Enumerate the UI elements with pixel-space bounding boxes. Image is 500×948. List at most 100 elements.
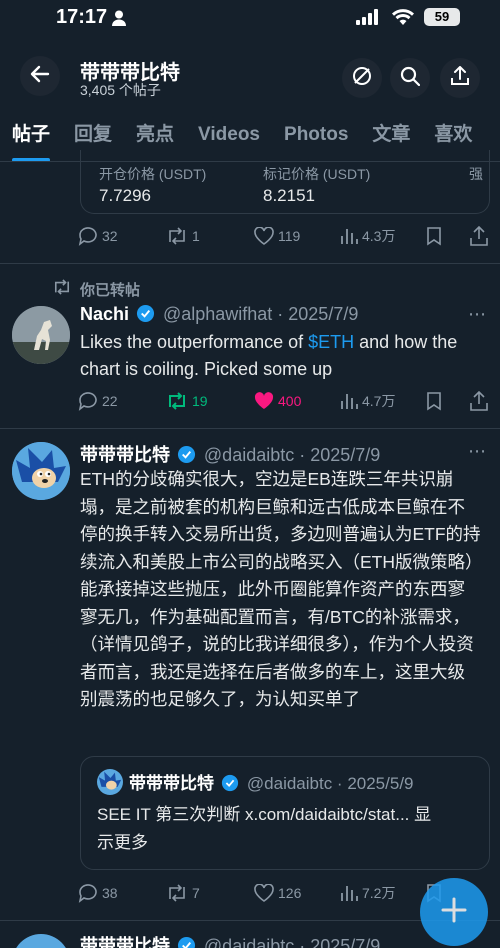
reply-icon [78, 883, 98, 903]
liquidation-label: 强 [469, 166, 483, 182]
quote-author-name: 带带带比特 [129, 774, 214, 793]
post3-header: 带带带比特 @daidaibtc · 2025/7/9 [80, 441, 380, 469]
status-bar: 17:17 59 [0, 0, 500, 34]
reply-button[interactable]: 38 [78, 879, 118, 907]
author-handle[interactable]: @daidaibtc · 2025/7/9 [204, 445, 380, 465]
author-handle[interactable]: @daidaibtc · 2025/7/9 [204, 936, 380, 948]
repost-count: 1 [192, 228, 200, 244]
plus-icon [441, 897, 467, 928]
repost-icon [166, 392, 188, 410]
views-button[interactable]: 4.3万 [340, 222, 395, 250]
arrow-left-icon [30, 64, 50, 89]
reply-count: 32 [102, 228, 118, 244]
mark-price-label: 标记价格 (USDT) [263, 166, 371, 182]
author-handle[interactable]: @alphawifhat · 2025/7/9 [163, 304, 358, 324]
author-name[interactable]: 带带带比特 [80, 936, 170, 948]
post3-text: ETH的分歧确实很大，空边是EB连跌三年共识崩塌，是之前被套的机构巨鲸和远古低成… [80, 469, 481, 709]
reply-count: 22 [102, 393, 118, 409]
grok-icon [351, 65, 373, 92]
more-options-button[interactable]: ⋯ [468, 304, 486, 325]
heart-filled-icon [254, 392, 274, 410]
wifi-icon [392, 8, 414, 30]
more-icon: ⋯ [468, 441, 486, 461]
back-button[interactable] [20, 56, 60, 96]
tab-posts[interactable]: 帖子 [0, 108, 62, 161]
person-icon [112, 10, 126, 31]
verified-badge-icon [136, 304, 155, 328]
reply-button[interactable]: 22 [78, 387, 118, 415]
views-button[interactable]: 7.2万 [340, 879, 395, 907]
author-name[interactable]: 带带带比特 [80, 445, 170, 465]
views-button[interactable]: 4.7万 [340, 387, 395, 415]
share-post-button[interactable] [470, 387, 488, 415]
bookmark-icon [426, 226, 442, 246]
status-time: 17:17 [56, 6, 108, 28]
more-options-button[interactable]: ⋯ [468, 441, 486, 462]
repost-icon [166, 227, 188, 245]
post1-actions: 32 1 119 4.3万 [78, 222, 494, 250]
profile-header: 带带带比特 3,405 个帖子 [0, 44, 500, 108]
quote-header: 带带带比特 @daidaibtc · 2025/5/9 [129, 769, 414, 797]
avatar[interactable] [12, 442, 70, 500]
share-button[interactable] [440, 58, 480, 98]
grok-button[interactable] [342, 58, 382, 98]
like-count: 119 [278, 228, 301, 244]
repost-indicator: 你已转帖 [52, 278, 140, 300]
repost-button[interactable]: 1 [166, 222, 200, 250]
post2-text: Likes the outperformance of $ETH and how… [80, 329, 480, 383]
divider [0, 263, 500, 264]
verified-badge-icon [221, 774, 239, 797]
cellular-signal-icon [356, 9, 380, 30]
post-text: Likes the outperformance of [80, 332, 309, 352]
like-button[interactable]: 119 [254, 222, 300, 250]
share-icon [470, 391, 488, 411]
repost-icon [52, 278, 72, 300]
share-icon [450, 65, 470, 91]
repost-note: 你已转帖 [80, 281, 141, 299]
author-name[interactable]: Nachi [80, 304, 129, 324]
analytics-icon [340, 392, 358, 410]
reply-icon [78, 391, 98, 411]
search-icon [400, 66, 421, 91]
open-price-label: 开仓价格 (USDT) [99, 166, 207, 182]
post2-header: Nachi @alphawifhat · 2025/7/9 [80, 304, 358, 328]
bookmark-button[interactable] [426, 387, 442, 415]
reply-button[interactable]: 32 [78, 222, 118, 250]
position-card[interactable]: 开仓价格 (USDT) 7.7296 标记价格 (USDT) 8.2151 强 [80, 150, 490, 214]
quote-avatar [97, 769, 123, 795]
reply-count: 38 [102, 885, 118, 901]
open-price-value: 7.7296 [99, 186, 151, 205]
reply-icon [78, 226, 98, 246]
like-count: 400 [278, 393, 302, 409]
like-count: 126 [278, 885, 302, 901]
repost-count: 7 [192, 885, 200, 901]
search-button[interactable] [390, 58, 430, 98]
repost-button[interactable]: 19 [166, 387, 208, 415]
analytics-icon [340, 227, 358, 245]
analytics-icon [340, 884, 358, 902]
share-post-button[interactable] [470, 222, 488, 250]
quote-card[interactable]: 带带带比特 @daidaibtc · 2025/5/9 SEE IT 第三次判断… [80, 756, 490, 870]
post4-header: 带带带比特 @daidaibtc · 2025/7/9 [80, 932, 380, 948]
compose-button[interactable] [420, 878, 488, 946]
avatar[interactable] [12, 306, 70, 364]
verified-badge-icon [177, 936, 196, 948]
battery-indicator: 59 [424, 8, 460, 26]
repost-icon [166, 884, 188, 902]
avatar[interactable] [12, 934, 70, 948]
view-count: 4.3万 [362, 228, 396, 244]
quote-author-handle: @daidaibtc · 2025/5/9 [246, 774, 414, 793]
mark-price-value: 8.2151 [263, 186, 315, 205]
divider [0, 428, 500, 429]
repost-button[interactable]: 7 [166, 879, 200, 907]
cashtag-link[interactable]: $ETH [308, 332, 354, 352]
like-button[interactable]: 126 [254, 879, 301, 907]
bookmark-button[interactable] [426, 222, 442, 250]
post2-actions: 22 19 400 4.7万 [78, 387, 494, 415]
heart-icon [254, 227, 274, 245]
post-count: 3,405 个帖子 [80, 82, 161, 98]
repost-count: 19 [192, 393, 208, 409]
bookmark-icon [426, 391, 442, 411]
heart-icon [254, 884, 274, 902]
like-button[interactable]: 400 [254, 387, 301, 415]
